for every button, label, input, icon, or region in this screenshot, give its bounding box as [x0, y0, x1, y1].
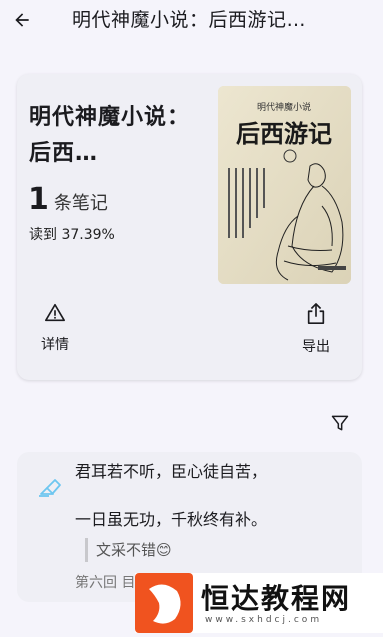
note-quote: 君耳若不听，臣心徒自苦， 一日虽无功，千秋终有补。 [75, 462, 268, 529]
details-button[interactable]: 详情 [41, 302, 69, 354]
share-icon [307, 303, 325, 324]
watermark-logo-icon [135, 573, 193, 633]
note-chapter: 第六回 目 [75, 575, 136, 591]
highlighter-icon [39, 479, 61, 497]
arrow-back-icon [15, 13, 29, 27]
book-title: 明代神魔小说：后西… [29, 105, 191, 166]
details-label: 详情 [41, 337, 69, 353]
cover-illustration: 明代神魔小说 后西游记 [218, 86, 351, 284]
book-cover[interactable]: 明代神魔小说 后西游记 [218, 86, 351, 284]
filter-icon [331, 415, 349, 431]
notes-count: 1 [28, 182, 49, 217]
export-label: 导出 [302, 339, 330, 355]
notes-label: 条笔记 [53, 193, 108, 214]
export-button[interactable]: 导出 [302, 302, 330, 356]
notes-summary: 1 条笔记 [28, 182, 108, 217]
page-title: 明代神魔小说：后西游记… [72, 9, 307, 31]
warning-icon [45, 303, 65, 322]
cover-title-text: 后西游记 [236, 119, 332, 148]
watermark-text: 恒达教程网 [201, 582, 352, 615]
watermark-url: www.sxhdcj.com [205, 615, 323, 625]
note-comment: 文采不错😊 [85, 538, 172, 562]
back-button[interactable] [2, 0, 42, 40]
svg-text:明代神魔小说: 明代神魔小说 [257, 101, 311, 113]
site-watermark: 恒达教程网 www.sxhdcj.com [135, 573, 383, 633]
top-app-bar: 明代神魔小说：后西游记… [0, 0, 383, 40]
reading-progress: 读到 37.39% [29, 227, 115, 243]
book-info-card: 明代神魔小说：后西… 1 条笔记 读到 37.39% 明代神魔小说 后西游记 详… [17, 74, 362, 380]
filter-button[interactable] [328, 411, 352, 435]
